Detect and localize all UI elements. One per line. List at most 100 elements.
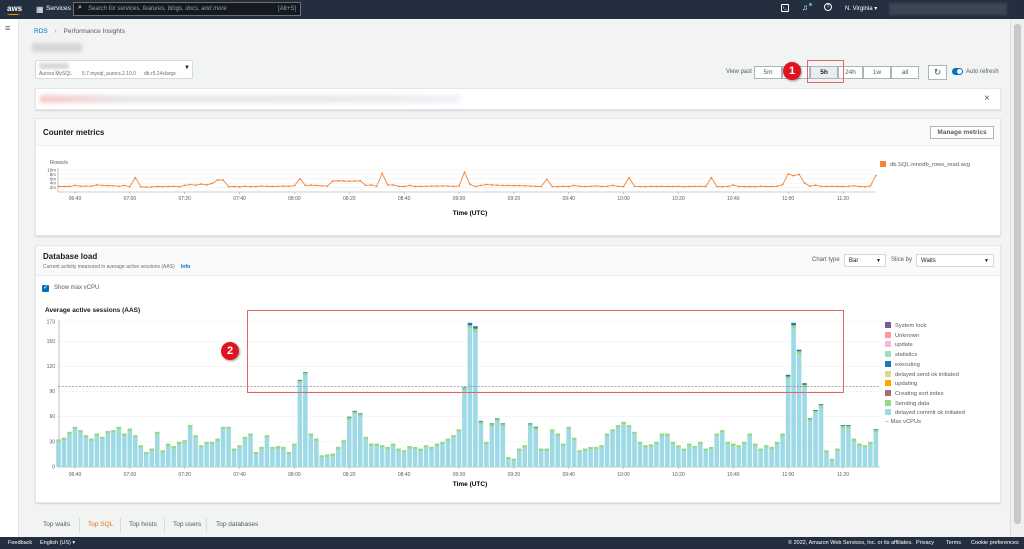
bar-segment: [122, 433, 127, 436]
bar-segment: [242, 436, 248, 440]
tab-top-hosts[interactable]: Top hosts: [129, 521, 157, 528]
bar-segment: [198, 447, 204, 467]
tab-top-waits[interactable]: Top waits: [43, 521, 70, 528]
bar-segment: [626, 427, 632, 467]
bar-segment: [511, 458, 517, 462]
bar-segment: [846, 425, 851, 426]
bar-segment: [357, 414, 363, 417]
bar-segment: [154, 434, 160, 467]
bar-segment: [769, 449, 774, 467]
bar-segment: [352, 414, 358, 467]
bar-segment: [160, 452, 166, 467]
language-selector[interactable]: English (US) ▾: [40, 540, 75, 546]
bar-segment: [176, 441, 182, 445]
bar-segment: [495, 418, 500, 420]
bar-segment: [813, 413, 818, 467]
bar-segment: [143, 454, 149, 467]
bar-segment: [259, 446, 264, 450]
bar-segment: [319, 457, 325, 467]
bar-segment: [873, 429, 879, 431]
bar-segment: [171, 448, 176, 467]
feedback-link[interactable]: Feedback: [8, 540, 32, 546]
bar-segment: [423, 445, 429, 448]
bar-segment: [105, 433, 111, 467]
bar-segment: [220, 426, 226, 430]
tab-top-sql[interactable]: Top SQL: [88, 521, 113, 528]
bar-segment: [83, 437, 89, 467]
bar-segment: [813, 410, 818, 414]
tab-top-databases[interactable]: Top databases: [216, 521, 258, 528]
bar-segment: [538, 448, 544, 452]
bar-segment: [182, 440, 187, 443]
tab-top-users[interactable]: Top users: [173, 521, 201, 528]
bar-segment: [747, 435, 752, 467]
bar-segment: [72, 426, 78, 430]
annotation-marker-2: 2: [221, 342, 239, 360]
bar-segment: [495, 419, 500, 422]
bar-segment: [357, 416, 363, 467]
bar-segment: [577, 452, 582, 467]
bar-segment: [670, 441, 676, 445]
bar-segment: [281, 449, 286, 467]
copyright-text: © 2022, Amazon Web Services, Inc. or its…: [788, 540, 913, 546]
bar-segment: [368, 443, 374, 447]
bar-segment: [412, 449, 418, 467]
bar-segment: [741, 441, 747, 445]
bar-segment: [593, 449, 599, 467]
bar-segment: [352, 411, 358, 415]
terms-link[interactable]: Terms: [946, 540, 961, 546]
bar-segment: [763, 445, 769, 448]
bar-segment: [626, 425, 632, 428]
bar-segment: [489, 426, 495, 467]
bar-segment: [862, 447, 868, 467]
bar-segment: [127, 430, 133, 467]
bar-segment: [736, 447, 742, 467]
bar-segment: [709, 449, 714, 467]
bar-segment: [100, 436, 105, 440]
bar-segment: [176, 444, 182, 467]
bar-segment: [544, 451, 550, 467]
bar-segment: [56, 441, 61, 467]
bar-segment: [94, 433, 100, 436]
x-tick-label: 11:20: [837, 472, 849, 478]
bar-segment: [105, 430, 111, 434]
x-tick-label: 09:20: [508, 472, 521, 478]
privacy-link[interactable]: Privacy: [916, 540, 934, 546]
bar-segment: [577, 450, 582, 453]
bar-segment: [341, 442, 347, 467]
bar-segment: [451, 435, 456, 438]
bar-segment: [709, 446, 714, 450]
x-axis-label: Time (UTC): [453, 481, 488, 488]
bar-segment: [275, 448, 281, 467]
bar-segment: [346, 416, 352, 418]
bar-segment: [401, 450, 407, 453]
bar-segment: [445, 438, 451, 442]
tab-divider: [79, 518, 80, 532]
bar-segment: [440, 441, 445, 445]
bar-segment: [692, 448, 698, 467]
bar-segment: [374, 446, 379, 467]
bar-segment: [676, 445, 681, 448]
bar-segment: [61, 440, 67, 467]
bar-segment: [133, 437, 138, 467]
cookie-preferences-link[interactable]: Cookie preferences: [971, 540, 1019, 546]
bar-segment: [560, 443, 566, 447]
bar-segment: [599, 447, 604, 467]
bar-segment: [500, 424, 506, 427]
bar-segment: [226, 426, 231, 430]
bar-segment: [440, 444, 445, 467]
bar-segment: [231, 451, 237, 467]
x-tick-label: 07:00: [124, 472, 137, 478]
bar-segment: [807, 418, 813, 420]
bar-segment: [385, 449, 390, 467]
bar-segment: [429, 449, 434, 467]
bar-segment: [868, 444, 873, 467]
bar-segment: [193, 435, 198, 438]
bar-segment: [818, 407, 824, 467]
bar-segment: [747, 433, 752, 436]
bar-segment: [868, 441, 873, 445]
bar-segment: [451, 437, 456, 467]
bar-segment: [116, 429, 122, 467]
bar-segment: [242, 439, 248, 467]
bar-segment: [390, 446, 396, 467]
